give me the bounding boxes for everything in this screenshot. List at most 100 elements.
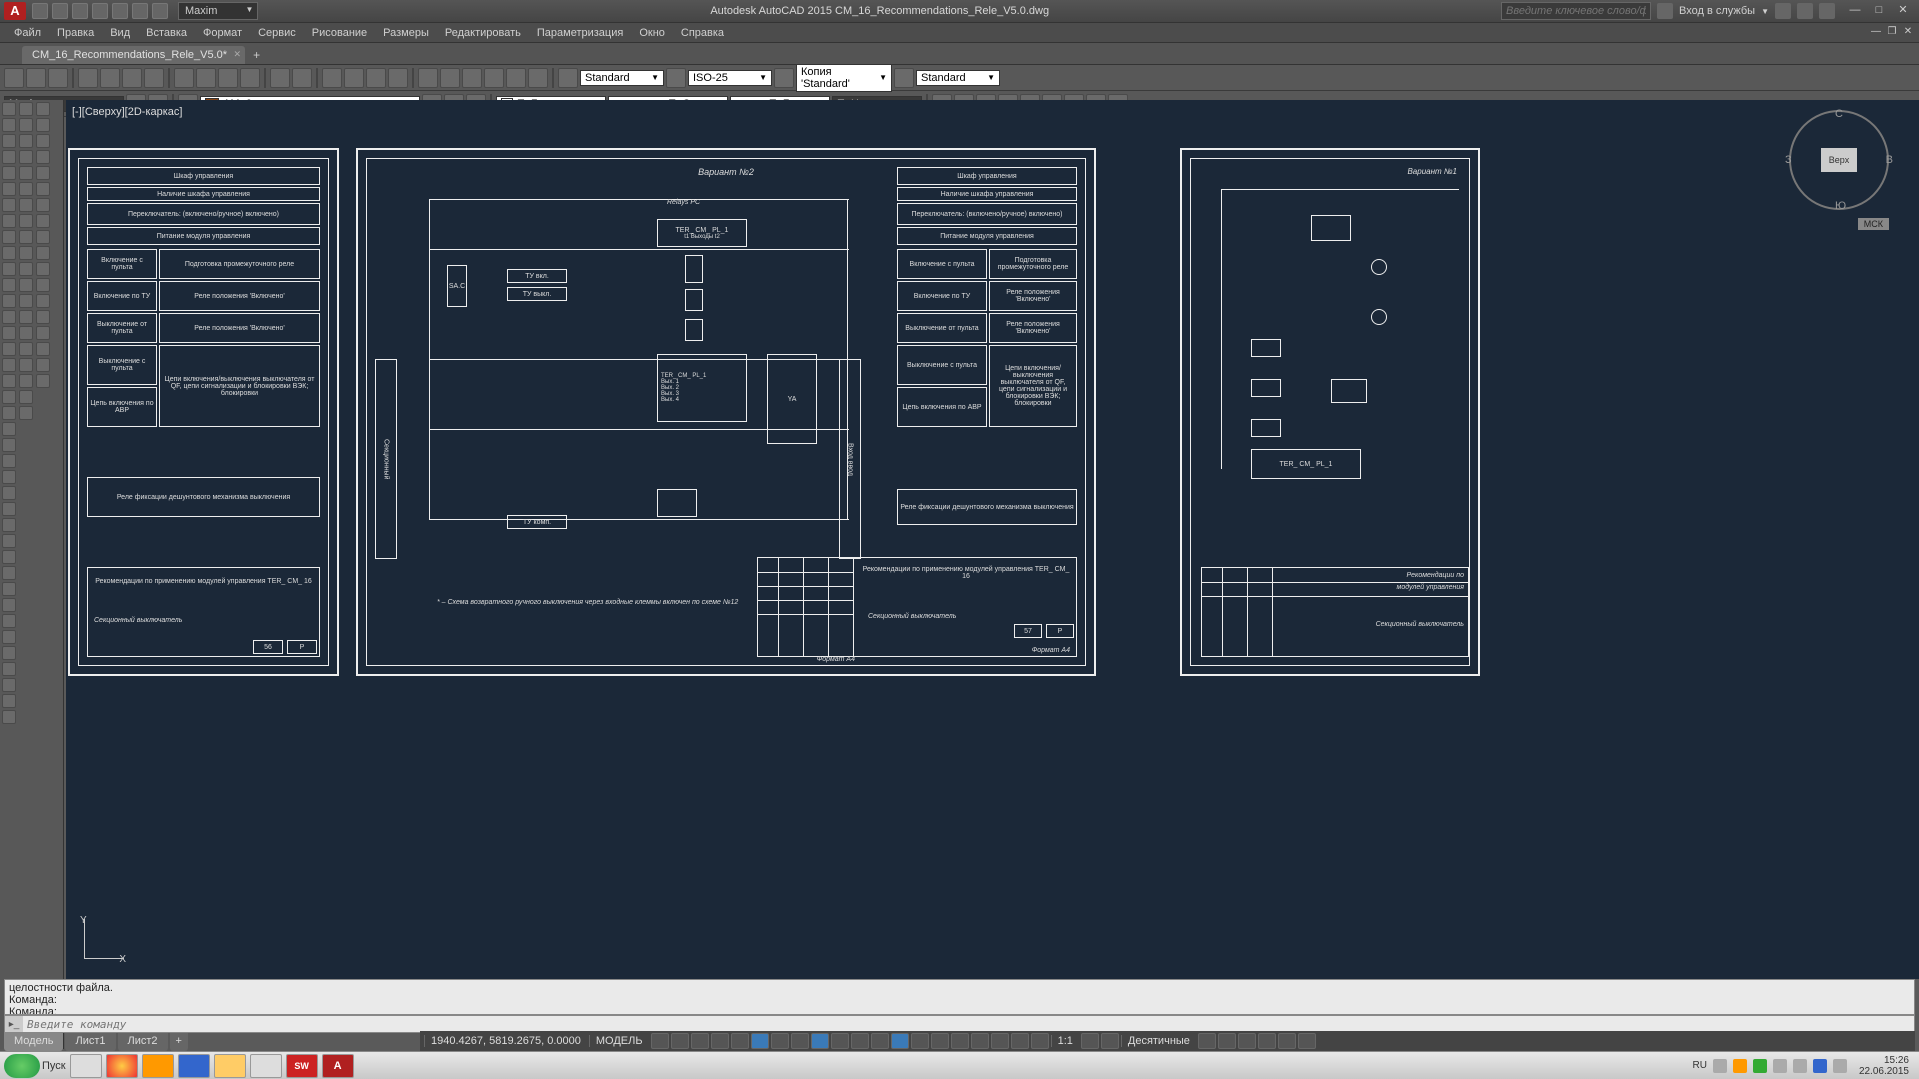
mleader-icon[interactable] [36,262,50,276]
menu-view[interactable]: Вид [102,27,138,39]
pedit-icon[interactable] [19,358,33,372]
task-solidworks-icon[interactable]: SW [286,1054,318,1078]
search-input[interactable] [1501,2,1651,20]
undo-icon[interactable] [270,68,290,88]
mdi-minimize[interactable]: — [1869,26,1883,40]
block-icon[interactable] [2,246,16,260]
boundary-icon[interactable] [2,390,16,404]
3dpoly-icon[interactable] [2,470,16,484]
scale-icon[interactable] [19,150,33,164]
dimtedit-icon[interactable] [36,326,50,340]
sc-toggle-icon[interactable] [911,1033,929,1049]
osnap-ext-icon[interactable] [2,582,16,596]
menu-file[interactable]: Файл [6,27,49,39]
mline-icon[interactable] [2,438,16,452]
dimrad-icon[interactable] [36,150,50,164]
dimstyle-dropdown[interactable]: ISO-25 [688,70,772,86]
ucs-toggle-icon[interactable] [991,1033,1009,1049]
3dosnap-toggle-icon[interactable] [831,1033,849,1049]
properties-icon[interactable] [418,68,438,88]
command-prompt-icon[interactable]: ▸_ [5,1016,23,1032]
viewcube-s[interactable]: Ю [1835,200,1846,212]
region-icon[interactable] [2,294,16,308]
tray-battery-icon[interactable] [1833,1059,1847,1073]
copy-icon[interactable] [196,68,216,88]
qat-save-icon[interactable] [72,3,88,19]
mleaderstyle-dropdown[interactable]: Standard [916,70,1000,86]
annoscale-field[interactable]: 1:1 [1051,1035,1079,1047]
osnap-toggle-icon[interactable] [811,1033,829,1049]
matchprop-icon[interactable] [240,68,260,88]
menu-help[interactable]: Справка [673,27,732,39]
dimjog-icon[interactable] [36,198,50,212]
table-icon[interactable] [2,262,16,276]
autodesk360-icon[interactable] [1657,3,1673,19]
close-button[interactable]: ✕ [1891,3,1915,19]
dimarc-icon[interactable] [36,214,50,228]
units-field[interactable]: Десятичные [1121,1035,1196,1047]
spline-icon[interactable] [2,214,16,228]
file-tab-active[interactable]: CM_16_Recommendations_Rele_V5.0* ✕ [22,46,245,64]
qat-redo-icon[interactable] [152,3,168,19]
qat-undo-icon[interactable] [132,3,148,19]
otrack-toggle-icon[interactable] [791,1033,809,1049]
break-icon[interactable] [19,294,33,308]
tray-shield-icon[interactable] [1733,1059,1747,1073]
dimlin-icon[interactable] [36,102,50,116]
point-icon[interactable] [2,230,16,244]
helix-icon[interactable] [2,358,16,372]
osnap-near-icon[interactable] [2,646,16,660]
viewcube-face[interactable]: Верх [1821,148,1857,172]
qat-open-icon[interactable] [52,3,68,19]
stayconnected-icon[interactable] [1797,3,1813,19]
quickprops-icon[interactable] [1198,1033,1216,1049]
rotate-icon[interactable] [19,134,33,148]
plotpreview-icon[interactable] [100,68,120,88]
task-notepad-icon[interactable] [250,1054,282,1078]
circle-icon[interactable] [2,134,16,148]
isodraft-toggle-icon[interactable] [771,1033,789,1049]
menu-insert[interactable]: Вставка [138,27,195,39]
osnap-node-icon[interactable] [2,534,16,548]
qat-plot-icon[interactable] [112,3,128,19]
osnap-mid-icon[interactable] [2,502,16,516]
task-folder-icon[interactable] [214,1054,246,1078]
dimstyle-icon[interactable] [666,68,686,88]
pan-icon[interactable] [322,68,342,88]
markup-icon[interactable] [506,68,526,88]
tpy-toggle-icon[interactable] [871,1033,889,1049]
tm-toggle-icon[interactable] [951,1033,969,1049]
osnap-appint-icon[interactable] [2,662,16,676]
polar-toggle-icon[interactable] [751,1033,769,1049]
task-autocad-icon[interactable]: A [322,1054,354,1078]
viewcube-e[interactable]: В [1886,154,1893,166]
rect-icon[interactable] [2,166,16,180]
textstyle-dropdown[interactable]: Standard [580,70,664,86]
fillet-icon[interactable] [19,262,33,276]
viewcube-n[interactable]: С [1835,108,1843,120]
cut-icon[interactable] [174,68,194,88]
tray-bt-icon[interactable] [1813,1059,1827,1073]
trim-icon[interactable] [19,214,33,228]
erase-icon[interactable] [19,342,33,356]
lock-ui-icon[interactable] [1218,1033,1236,1049]
qp-toggle-icon[interactable] [891,1033,909,1049]
osnap-end-icon[interactable] [2,486,16,500]
viewport-label[interactable]: [-][Сверху][2D-каркас] [72,106,182,118]
lengthen-icon[interactable] [19,390,33,404]
menu-window[interactable]: Окно [631,27,673,39]
mleaderstyle-icon[interactable] [894,68,914,88]
mirror-icon[interactable] [19,166,33,180]
explode-icon[interactable] [19,326,33,340]
menu-dimension[interactable]: Размеры [375,27,437,39]
viewcube-w[interactable]: З [1785,154,1792,166]
menu-format[interactable]: Формат [195,27,250,39]
cleanscreen-icon[interactable] [1278,1033,1296,1049]
polygon-icon[interactable] [2,454,16,468]
dimspace-icon[interactable] [36,342,50,356]
zoom-icon[interactable] [344,68,364,88]
extend-icon[interactable] [19,230,33,244]
isolate-icon[interactable] [1258,1033,1276,1049]
tray-flag-icon[interactable] [1713,1059,1727,1073]
drawing-canvas[interactable]: [-][Сверху][2D-каркас] Шкаф управления Н… [66,100,1919,979]
